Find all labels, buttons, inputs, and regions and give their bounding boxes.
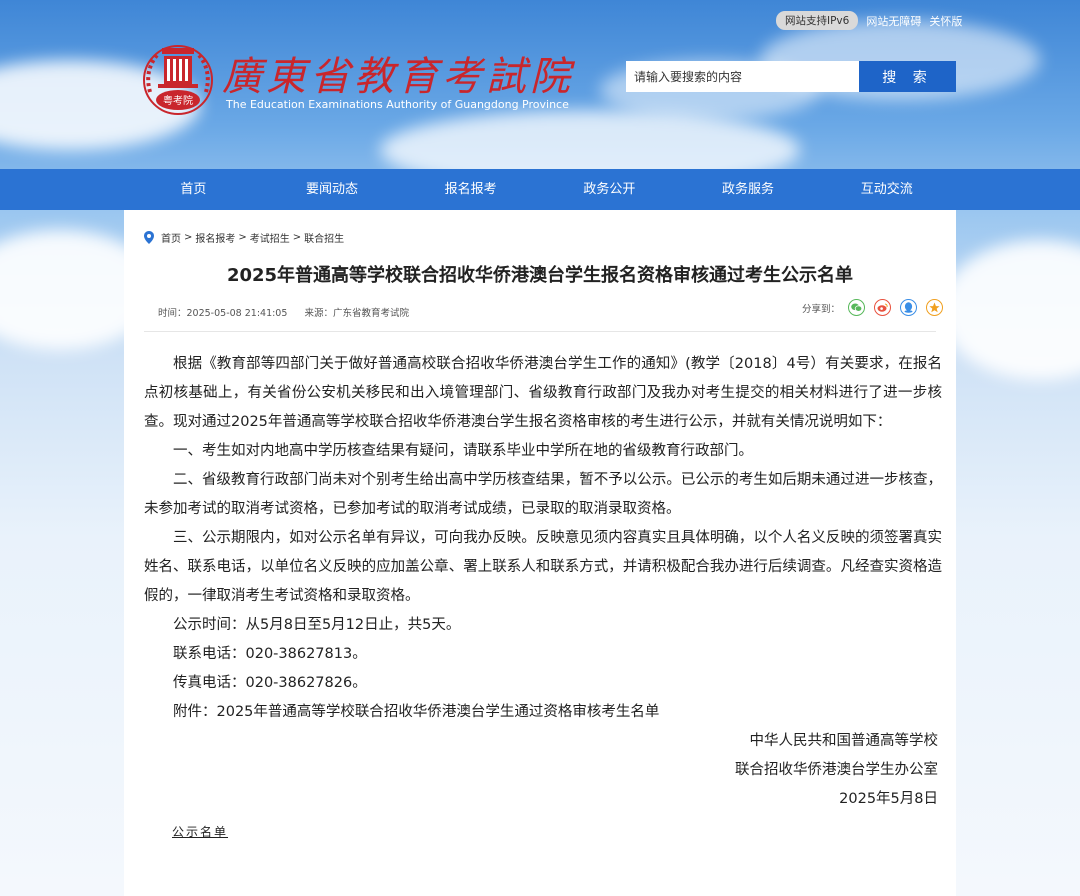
qq-icon[interactable] xyxy=(900,299,918,316)
article-meta: 时间：2025-05-08 21:41:05 来源：广东省教育考试院 xyxy=(158,305,409,319)
breadcrumb: 首页 > 报名报考 > 考试招生 > 联合招生 xyxy=(144,230,344,245)
nav-item-government-affairs[interactable]: 政务公开 xyxy=(540,169,679,210)
breadcrumb-separator: > xyxy=(184,232,193,243)
page-title: 2025年普通高等学校联合招收华侨港澳台学生报名资格审核通过考生公示名单 xyxy=(226,265,854,286)
attachment-link[interactable]: 公示名单 xyxy=(172,823,228,840)
main-nav: 首页 要闻动态 报名报考 政务公开 政务服务 互动交流 xyxy=(0,169,1080,210)
breadcrumb-home[interactable]: 首页 xyxy=(161,230,181,245)
meta-divider xyxy=(144,331,936,332)
paragraph-period: 公示时间：从5月8日至5月12日止，共5天。 xyxy=(173,617,461,633)
breadcrumb-joint-admission[interactable]: 联合招生 xyxy=(304,230,344,245)
nav-item-interaction[interactable]: 互动交流 xyxy=(817,169,956,210)
breadcrumb-separator: > xyxy=(292,232,302,243)
nav-item-home[interactable]: 首页 xyxy=(124,169,263,210)
search-input[interactable] xyxy=(626,61,859,92)
breadcrumb-registration[interactable]: 报名报考 xyxy=(195,230,235,245)
paragraph-item-3: 三、公示期限内，如对公示名单有异议，可向我办反映。反映意见须内容真实且具体明确，… xyxy=(144,530,942,604)
paragraph-item-1: 一、考生如对内地高中学历核查结果有疑问，请联系毕业中学所在地的省级教育行政部门。 xyxy=(173,443,753,459)
paragraph-intro: 根据《教育部等四部门关于做好普通高校联合招收华侨港澳台学生工作的通知》(教学〔2… xyxy=(144,356,942,430)
article-panel: 首页 > 报名报考 > 考试招生 > 联合招生 2025年普通高等学校联合招收华… xyxy=(124,210,956,896)
ipv6-badge: 网站支持IPv6 xyxy=(776,11,859,30)
article-body: 根据《教育部等四部门关于做好普通高校联合招收华侨港澳台学生工作的通知》(教学〔2… xyxy=(144,350,942,814)
share-bar: 分享到： xyxy=(802,299,952,316)
paragraph-phone: 联系电话：020-38627813。 xyxy=(173,646,367,662)
logo-subtitle: The Education Examinations Authority of … xyxy=(226,98,569,111)
article-source: 来源：广东省教育考试院 xyxy=(304,308,409,319)
share-label: 分享到： xyxy=(802,303,841,315)
nav-item-registration[interactable]: 报名报考 xyxy=(401,169,540,210)
paragraph-item-2: 二、省级教育行政部门尚未对个别考生给出高中学历核查结果，暂不予以公示。已公示的考… xyxy=(144,472,942,517)
site-logo[interactable]: 粤考院 廣東省教育考試院 The Education Examinations … xyxy=(140,40,570,124)
search-button[interactable]: 搜 索 xyxy=(859,61,956,92)
nav-item-government-services[interactable]: 政务服务 xyxy=(679,169,818,210)
location-pin-icon xyxy=(144,231,154,244)
emblem-text: 粤考院 xyxy=(163,94,193,107)
wechat-icon[interactable] xyxy=(848,299,866,316)
accessibility-link[interactable]: 网站无障碍 xyxy=(866,13,921,29)
breadcrumb-exams[interactable]: 考试招生 xyxy=(250,230,290,245)
logo-title: 廣東省教育考試院 xyxy=(222,54,574,100)
signature-line-1: 中华人民共和国普通高等学校 xyxy=(749,733,939,749)
emblem-icon: 粤考院 xyxy=(143,45,213,115)
breadcrumb-separator: > xyxy=(238,232,247,243)
care-mode-link[interactable]: 关怀版 xyxy=(929,13,962,29)
publish-time: 时间：2025-05-08 21:41:05 xyxy=(158,308,288,319)
signature-line-2: 联合招收华侨港澳台学生办公室 xyxy=(735,762,938,778)
top-links: 网站支持IPv6 网站无障碍 关怀版 xyxy=(776,11,962,30)
qzone-star-icon[interactable] xyxy=(926,299,944,316)
signature-date: 2025年5月8日 xyxy=(839,791,938,807)
nav-item-news[interactable]: 要闻动态 xyxy=(263,169,402,210)
paragraph-fax: 传真电话：020-38627826。 xyxy=(173,675,367,691)
paragraph-attachment-note: 附件：2025年普通高等学校联合招收华侨港澳台学生通过资格审核考生名单 xyxy=(173,704,660,720)
search-bar: 搜 索 xyxy=(626,61,956,92)
weibo-icon[interactable] xyxy=(874,299,892,316)
